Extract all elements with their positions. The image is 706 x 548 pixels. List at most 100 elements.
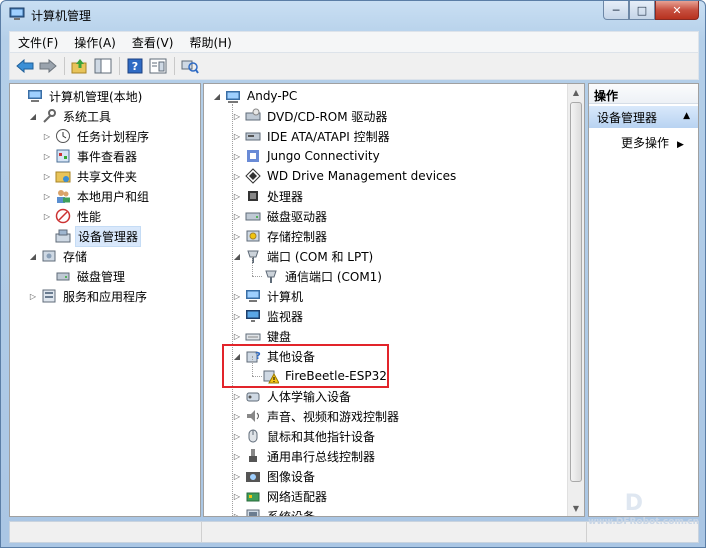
scroll-up-icon[interactable]: ▲ bbox=[568, 84, 584, 100]
forward-arrow-icon[interactable] bbox=[37, 55, 59, 77]
expand-triangle-icon[interactable]: ◢ bbox=[232, 251, 242, 261]
maximize-button[interactable]: □ bbox=[629, 1, 655, 20]
collapse-triangle-icon[interactable]: ▷ bbox=[232, 171, 242, 181]
nav-tree-item[interactable]: 设备管理器 bbox=[42, 225, 142, 247]
jungo-icon bbox=[247, 150, 259, 162]
nav-tree-item[interactable]: 磁盘管理 bbox=[42, 266, 127, 286]
collapse-triangle-icon[interactable]: ▷ bbox=[232, 231, 242, 241]
device-category[interactable]: ▷ 通用串行总线控制器 bbox=[232, 446, 377, 466]
device-category[interactable]: ▷ 网络适配器 bbox=[232, 486, 329, 506]
collapse-triangle-icon[interactable]: ▷ bbox=[42, 191, 52, 201]
vertical-scrollbar[interactable]: ▲ ▼ bbox=[567, 84, 584, 516]
collapse-triangle-icon[interactable]: ▷ bbox=[232, 431, 242, 441]
nav-tree-label: 磁盘管理 bbox=[77, 269, 126, 284]
device-category[interactable]: ▷ IDE ATA/ATAPI 控制器 bbox=[232, 126, 392, 146]
device-category[interactable]: ▷ 处理器 bbox=[232, 186, 305, 206]
collapse-triangle-icon[interactable]: ▷ bbox=[42, 211, 52, 221]
scroll-down-icon[interactable]: ▼ bbox=[568, 500, 584, 516]
nav-tree-item[interactable]: ◢ 系统工具 bbox=[28, 106, 113, 126]
collapse-triangle-icon[interactable]: ▷ bbox=[42, 131, 52, 141]
device-category[interactable]: ▷ 鼠标和其他指针设备 bbox=[232, 426, 377, 446]
svg-text:?: ? bbox=[132, 60, 138, 73]
keyboard-icon bbox=[245, 333, 261, 341]
nav-tree-item[interactable]: 计算机管理(本地) bbox=[14, 86, 144, 106]
close-button[interactable]: ✕ bbox=[655, 1, 699, 20]
scan-hardware-icon[interactable] bbox=[179, 55, 201, 77]
computer-management-icon bbox=[28, 90, 42, 102]
nav-tree-item[interactable]: ▷ 本地用户和组 bbox=[42, 186, 151, 206]
device-category[interactable]: ▷ 人体学输入设备 bbox=[232, 386, 353, 406]
nav-tree-label: 本地用户和组 bbox=[77, 189, 150, 204]
device-category[interactable]: ▷ Jungo Connectivity bbox=[232, 146, 382, 166]
device-tree-pane: ▲ ▼ ◢ Andy-PC ▷ DVD/CD-ROM 驱动器 ▷ IDE ATA/ATAP… bbox=[203, 83, 585, 517]
menu-help[interactable]: 帮助(H) bbox=[181, 34, 239, 51]
status-cell bbox=[10, 522, 202, 542]
expand-triangle-icon[interactable]: ◢ bbox=[212, 91, 222, 101]
device-category[interactable]: ▷ 存储控制器 bbox=[232, 226, 329, 246]
expand-triangle-icon[interactable]: ◢ bbox=[28, 251, 38, 261]
monitor-icon bbox=[246, 310, 260, 322]
device-category[interactable]: ▷ 图像设备 bbox=[232, 466, 317, 486]
device-category[interactable]: ▷ 监视器 bbox=[232, 306, 305, 326]
nav-tree-item[interactable]: ▷ 任务计划程序 bbox=[42, 126, 151, 146]
minimize-button[interactable]: ─ bbox=[603, 1, 629, 20]
collapse-triangle-icon[interactable]: ▷ bbox=[232, 131, 242, 141]
collapse-triangle-icon[interactable]: ▷ bbox=[232, 511, 242, 517]
device-category[interactable]: ▷ 键盘 bbox=[232, 326, 293, 346]
device-category[interactable]: ▷ DVD/CD-ROM 驱动器 bbox=[232, 106, 389, 126]
expand-triangle-icon[interactable]: ◢ bbox=[28, 111, 38, 121]
collapse-triangle-icon[interactable]: ▷ bbox=[232, 411, 242, 421]
device-category[interactable]: ▷ 系统设备 bbox=[232, 506, 317, 517]
device-category[interactable]: ◢ 端口 (COM 和 LPT) bbox=[232, 246, 375, 266]
collapse-triangle-icon[interactable]: ▷ bbox=[232, 151, 242, 161]
collapse-triangle-icon[interactable]: ▷ bbox=[232, 331, 242, 341]
collapse-triangle-icon[interactable]: ▷ bbox=[42, 151, 52, 161]
nav-tree-item[interactable]: ▷ 共享文件夹 bbox=[42, 166, 139, 186]
properties-icon[interactable] bbox=[147, 55, 169, 77]
scroll-thumb[interactable] bbox=[570, 102, 582, 482]
collapse-triangle-icon[interactable]: ▷ bbox=[232, 471, 242, 481]
nav-tree-label: 事件查看器 bbox=[77, 149, 138, 164]
up-folder-icon[interactable] bbox=[69, 55, 91, 77]
sound-icon bbox=[247, 410, 259, 422]
collapse-triangle-icon[interactable]: ▷ bbox=[232, 291, 242, 301]
device-tree-root[interactable]: ◢ Andy-PC bbox=[212, 86, 299, 106]
device-category[interactable]: ▷ 声音、视频和游戏控制器 bbox=[232, 406, 401, 426]
help-icon[interactable]: ? bbox=[124, 55, 146, 77]
menu-action[interactable]: 操作(A) bbox=[66, 34, 124, 51]
nav-tree-item[interactable]: ▷ 服务和应用程序 bbox=[28, 286, 149, 306]
collapse-triangle-icon[interactable]: ▷ bbox=[232, 391, 242, 401]
collapse-triangle-icon[interactable]: ▷ bbox=[232, 191, 242, 201]
collapse-triangle-icon[interactable]: ▷ bbox=[42, 171, 52, 181]
menu-file[interactable]: 文件(F) bbox=[10, 34, 66, 51]
device-category[interactable]: ▷ WD Drive Management devices bbox=[232, 166, 458, 186]
ide-controller-icon bbox=[245, 132, 261, 141]
collapse-triangle-icon[interactable]: ▲ bbox=[683, 111, 690, 121]
device-item[interactable]: 通信端口 (COM1) bbox=[250, 266, 384, 286]
toolbar-separator bbox=[64, 57, 65, 75]
nav-tree-label: 计算机管理(本地) bbox=[49, 89, 143, 104]
device-manager-icon bbox=[55, 229, 71, 243]
title-bar[interactable]: 计算机管理 ─ □ ✕ bbox=[1, 1, 705, 29]
menu-view[interactable]: 查看(V) bbox=[124, 34, 182, 51]
collapse-triangle-icon[interactable]: ▷ bbox=[232, 311, 242, 321]
collapse-triangle-icon[interactable]: ▷ bbox=[28, 291, 38, 301]
status-cell bbox=[202, 522, 587, 542]
collapse-triangle-icon[interactable]: ▷ bbox=[232, 491, 242, 501]
disk-management-icon bbox=[56, 272, 70, 281]
actions-group-device-manager[interactable]: 设备管理器 ▲ bbox=[589, 106, 698, 128]
toolbar: ? bbox=[9, 53, 699, 80]
navigation-tree-pane: 计算机管理(本地) ◢ 系统工具 ▷ 任务计划程序 ▷ 事件查看器 ▷ 共享文件夹 ▷ 本地用户和组… bbox=[9, 83, 201, 517]
computer-management-icon bbox=[9, 7, 25, 20]
device-category[interactable]: ▷ 计算机 bbox=[232, 286, 305, 306]
nav-tree-item[interactable]: ▷ 性能 bbox=[42, 206, 103, 226]
nav-tree-item[interactable]: ◢ 存储 bbox=[28, 246, 89, 266]
device-category[interactable]: ▷ 磁盘驱动器 bbox=[232, 206, 329, 226]
collapse-triangle-icon[interactable]: ▷ bbox=[232, 451, 242, 461]
collapse-triangle-icon[interactable]: ▷ bbox=[232, 111, 242, 121]
back-arrow-icon[interactable] bbox=[14, 55, 36, 77]
nav-tree-item[interactable]: ▷ 事件查看器 bbox=[42, 146, 139, 166]
show-hide-tree-icon[interactable] bbox=[92, 55, 114, 77]
collapse-triangle-icon[interactable]: ▷ bbox=[232, 211, 242, 221]
more-actions-link[interactable]: 更多操作 ▶ bbox=[621, 134, 684, 151]
